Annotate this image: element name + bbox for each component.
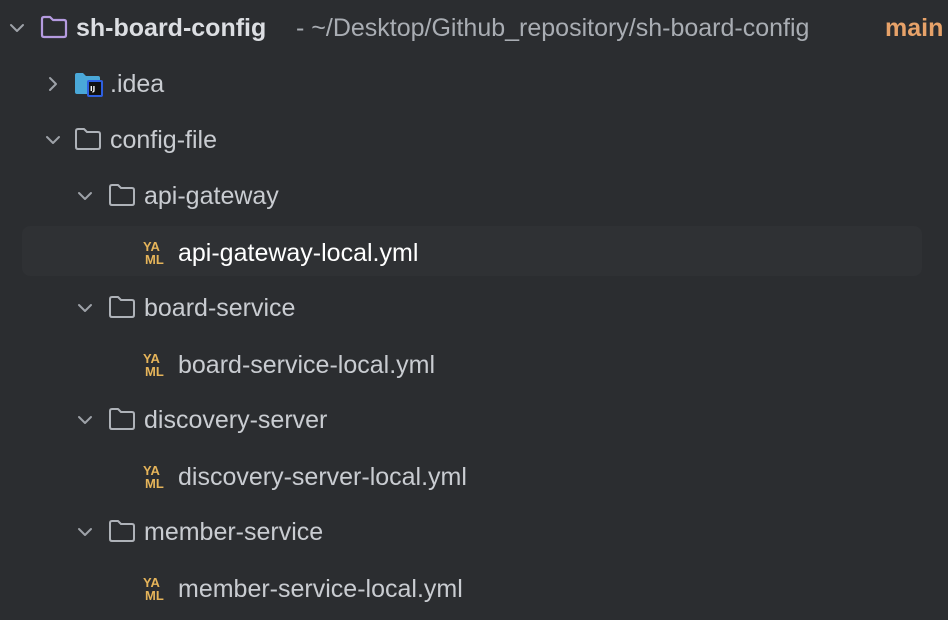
tree-row-member-service[interactable]: member-service	[0, 504, 948, 560]
tree-item-label: board-service-local.yml	[178, 351, 436, 379]
tree-item-label: member-service-local.yml	[178, 575, 463, 603]
tree-row-api-gateway-local-yml[interactable]: YA ML api-gateway-local.yml	[0, 226, 948, 282]
tree-row-root[interactable]: sh-board-config - ~/Desktop/Github_repos…	[0, 0, 948, 56]
idea-folder-icon: IJ	[74, 71, 104, 99]
chevron-down-icon[interactable]	[6, 17, 28, 39]
folder-icon	[108, 407, 136, 431]
tree-row-member-service-local-yml[interactable]: YA ML member-service-local.yml	[0, 560, 948, 616]
yaml-file-icon: YA ML	[143, 463, 164, 491]
tree-row-api-gateway[interactable]: api-gateway	[0, 168, 948, 224]
tree-row-idea[interactable]: IJ .idea	[0, 56, 948, 112]
tree-item-label: board-service	[144, 294, 296, 322]
yaml-file-icon: YA ML	[143, 351, 164, 379]
yaml-file-icon: YA ML	[143, 575, 164, 603]
tree-item-label: api-gateway	[144, 182, 279, 210]
folder-icon	[108, 519, 136, 543]
svg-text:IJ: IJ	[90, 85, 95, 93]
tree-row-config-file[interactable]: config-file	[0, 112, 948, 168]
chevron-down-icon[interactable]	[74, 185, 96, 207]
chevron-down-icon[interactable]	[74, 521, 96, 543]
folder-icon	[74, 127, 102, 151]
chevron-right-icon[interactable]	[42, 73, 64, 95]
chevron-down-icon[interactable]	[74, 409, 96, 431]
chevron-down-icon[interactable]	[74, 297, 96, 319]
tree-item-label: discovery-server	[144, 406, 328, 434]
folder-icon	[108, 295, 136, 319]
yaml-file-icon: YA ML	[143, 239, 164, 267]
project-path: - ~/Desktop/Github_repository/sh-board-c…	[296, 14, 810, 42]
tree-item-label: api-gateway-local.yml	[178, 239, 419, 267]
project-tree: sh-board-config - ~/Desktop/Github_repos…	[0, 0, 948, 620]
git-branch: main	[885, 14, 944, 42]
tree-item-label: member-service	[144, 518, 324, 546]
tree-row-board-service[interactable]: board-service	[0, 280, 948, 336]
tree-row-discovery-server-local-yml[interactable]: YA ML discovery-server-local.yml	[0, 448, 948, 504]
tree-item-label: config-file	[110, 126, 217, 154]
folder-icon	[108, 183, 136, 207]
chevron-down-icon[interactable]	[42, 129, 64, 151]
tree-row-board-service-local-yml[interactable]: YA ML board-service-local.yml	[0, 336, 948, 392]
tree-row-discovery-server[interactable]: discovery-server	[0, 392, 948, 448]
tree-item-label: discovery-server-local.yml	[178, 463, 467, 491]
project-name: sh-board-config	[76, 14, 267, 42]
tree-item-label: .idea	[110, 70, 165, 98]
project-folder-icon	[40, 15, 68, 39]
